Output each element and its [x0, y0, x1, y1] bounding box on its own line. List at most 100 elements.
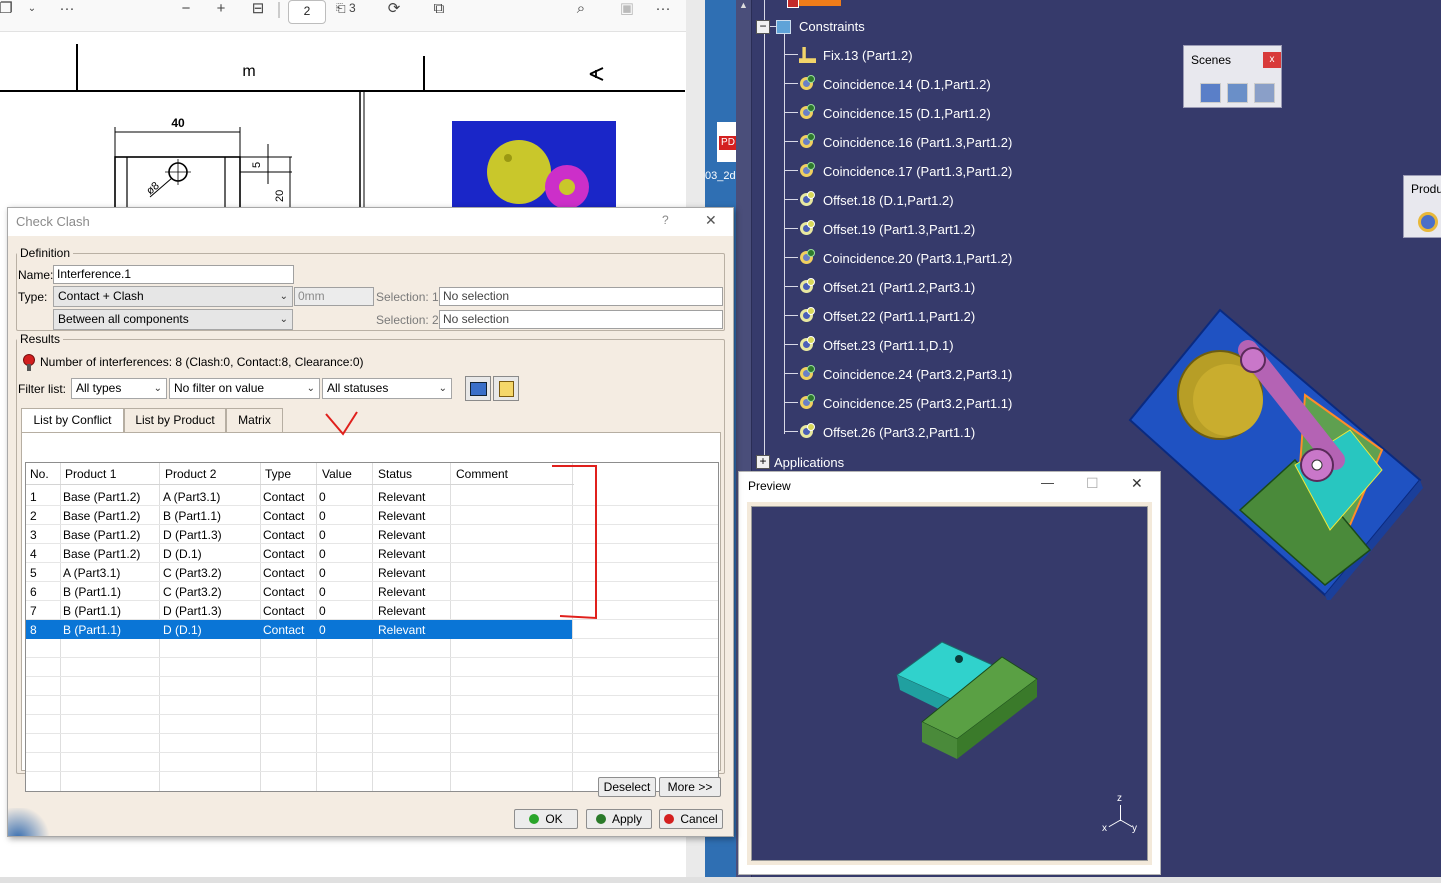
- tree-node-constraint[interactable]: Offset.26 (Part3.2,Part1.1): [798, 421, 975, 443]
- minimize-button[interactable]: —: [1041, 475, 1054, 490]
- table-row[interactable]: 5 A (Part3.1) C (Part3.2) Contact 0 Relevant: [26, 563, 718, 582]
- ok-button[interactable]: OK: [514, 809, 578, 829]
- tree-node-constraint[interactable]: Fix.13 (Part1.2): [798, 44, 913, 66]
- scope-select[interactable]: Between all components ⌄: [53, 309, 293, 330]
- chevron-down-icon[interactable]: ⌄: [26, 0, 38, 18]
- pdf-file-icon[interactable]: PD: [717, 122, 737, 162]
- tree-node-applications[interactable]: Applications: [774, 451, 844, 473]
- filter-status-select[interactable]: All statuses ⌄: [322, 378, 452, 399]
- tree-connector: [784, 170, 798, 171]
- rotate-icon[interactable]: ⟳: [384, 0, 404, 18]
- export-button[interactable]: [493, 376, 519, 401]
- table-row[interactable]: 4 Base (Part1.2) D (D.1) Contact 0 Relevant: [26, 544, 718, 563]
- search-icon[interactable]: ⌕: [572, 0, 590, 18]
- tree-node-constraint[interactable]: Coincidence.24 (Part3.2,Part3.1): [798, 363, 1012, 385]
- tab-list-by-conflict[interactable]: List by Conflict: [21, 408, 124, 433]
- preview-window-icon: [470, 382, 487, 396]
- assembly-3d-model[interactable]: [1120, 300, 1441, 600]
- preview-toggle-button[interactable]: [465, 376, 491, 401]
- cell-product2: D (D.1): [163, 547, 202, 561]
- preview-viewport[interactable]: z x y: [751, 506, 1148, 861]
- tree-node-constraint[interactable]: Offset.23 (Part1.1,D.1): [798, 334, 954, 356]
- zoom-in-icon[interactable]: +: [212, 0, 230, 18]
- tree-node-constraint[interactable]: Coincidence.16 (Part1.3,Part1.2): [798, 131, 1012, 153]
- table-row[interactable]: 6 B (Part1.1) C (Part3.2) Contact 0 Relevant: [26, 582, 718, 601]
- type-select[interactable]: Contact + Clash ⌄: [53, 286, 293, 307]
- interference-icon: [22, 353, 36, 371]
- scroll-up-icon[interactable]: ▲: [739, 0, 749, 10]
- tree-node-constraint[interactable]: Coincidence.14 (D.1,Part1.2): [798, 73, 991, 95]
- table-row[interactable]: 2 Base (Part1.2) B (Part1.1) Contact 0 Releva…: [26, 506, 718, 525]
- page-view-icon[interactable]: ⧉: [429, 0, 449, 18]
- header-type[interactable]: Type: [265, 467, 291, 481]
- more-button[interactable]: More >>: [659, 777, 721, 797]
- selection1-input[interactable]: No selection: [439, 287, 723, 306]
- filter-status-value: All statuses: [327, 381, 389, 395]
- dimension-40: 40: [171, 116, 185, 130]
- tree-node-constraint[interactable]: Coincidence.20 (Part3.1,Part1.2): [798, 247, 1012, 269]
- cancel-button[interactable]: Cancel: [659, 809, 723, 829]
- save-icon[interactable]: ▣: [618, 0, 636, 18]
- tree-node-label: Coincidence.20 (Part3.1,Part1.2): [823, 250, 1013, 266]
- preview-close-button[interactable]: ✕: [1131, 475, 1143, 492]
- page-number-input[interactable]: 2: [288, 0, 326, 24]
- cancel-icon: [664, 814, 675, 824]
- selection2-input[interactable]: No selection: [439, 310, 723, 329]
- header-value[interactable]: Value: [322, 467, 352, 481]
- clearance-input[interactable]: 0mm: [294, 287, 374, 306]
- scene-apply-icon[interactable]: [1227, 83, 1248, 103]
- cell-status: Relevant: [378, 509, 426, 523]
- zoom-out-icon[interactable]: −: [177, 0, 195, 18]
- gear-icon[interactable]: [1418, 212, 1438, 232]
- tree-selected-node[interactable]: [797, 0, 841, 6]
- scene-list-icon[interactable]: [1254, 83, 1275, 103]
- table-row[interactable]: 3 Base (Part1.2) D (Part1.3) Contact 0 Releva…: [26, 525, 718, 544]
- header-product1[interactable]: Product 1: [65, 467, 116, 481]
- tree-node-constraint[interactable]: Coincidence.17 (Part1.3,Part1.2): [798, 160, 1012, 182]
- tree-connector: [784, 344, 798, 345]
- header-status[interactable]: Status: [378, 467, 412, 481]
- tree-node-label: Offset.22 (Part1.1,Part1.2): [823, 308, 976, 324]
- table-row[interactable]: 8 B (Part1.1) D (D.1) Contact 0 Relevant: [26, 620, 718, 639]
- cell-status: Relevant: [378, 547, 426, 561]
- selection2-label: Selection: 2: [376, 313, 439, 327]
- expand-icon[interactable]: +: [756, 455, 770, 469]
- tree-node-constraint[interactable]: Offset.18 (D.1,Part1.2): [798, 189, 954, 211]
- tree-node-constraints[interactable]: Constraints: [774, 15, 865, 37]
- scenes-toolbar: Scenes x: [1183, 45, 1282, 108]
- more-menu-icon[interactable]: ···: [654, 0, 672, 18]
- header-no[interactable]: No.: [30, 467, 49, 481]
- table-row[interactable]: 7 B (Part1.1) D (Part1.3) Contact 0 Relevant: [26, 601, 718, 620]
- collapse-icon[interactable]: −: [756, 20, 770, 34]
- cell-value: 0: [319, 566, 326, 580]
- apply-icon: [595, 814, 606, 824]
- tab-list-by-product[interactable]: List by Product: [124, 408, 226, 432]
- apply-button[interactable]: Apply: [586, 809, 652, 829]
- help-button[interactable]: ?: [662, 213, 669, 227]
- header-product2[interactable]: Product 2: [165, 467, 216, 481]
- cell-type: Contact: [263, 547, 305, 561]
- deselect-button[interactable]: Deselect: [598, 777, 656, 797]
- dialog-close-button[interactable]: ✕: [705, 212, 717, 229]
- constraints-icon: [774, 16, 794, 36]
- scene-icon[interactable]: [1200, 83, 1221, 103]
- table-row[interactable]: 1 Base (Part1.2) A (Part3.1) Contact 0 Releva…: [26, 487, 718, 506]
- tree-node-constraint[interactable]: Offset.22 (Part1.1,Part1.2): [798, 305, 975, 327]
- header-comment[interactable]: Comment: [456, 467, 508, 481]
- cancel-label: Cancel: [680, 812, 718, 826]
- name-input[interactable]: Interference.1: [53, 265, 294, 284]
- tree-node-constraint[interactable]: Coincidence.15 (D.1,Part1.2): [798, 102, 991, 124]
- filter-type-select[interactable]: All types ⌄: [71, 378, 167, 399]
- cell-value: 0: [319, 509, 326, 523]
- tab-matrix[interactable]: Matrix: [226, 408, 283, 432]
- maximize-button[interactable]: ☐: [1086, 475, 1099, 492]
- tree-node-constraint[interactable]: Coincidence.25 (Part3.2,Part1.1): [798, 392, 1012, 414]
- scenes-close-button[interactable]: x: [1263, 52, 1281, 68]
- more-options-icon[interactable]: ···: [58, 0, 76, 18]
- tree-node-constraint[interactable]: Offset.21 (Part1.2,Part3.1): [798, 276, 975, 298]
- cell-product1: B (Part1.1): [63, 585, 122, 599]
- fit-page-icon[interactable]: ⊟: [248, 0, 268, 18]
- sidebar-toggle-icon[interactable]: ❐: [0, 0, 14, 18]
- filter-value-select[interactable]: No filter on value ⌄: [169, 378, 320, 399]
- tree-node-constraint[interactable]: Offset.19 (Part1.3,Part1.2): [798, 218, 975, 240]
